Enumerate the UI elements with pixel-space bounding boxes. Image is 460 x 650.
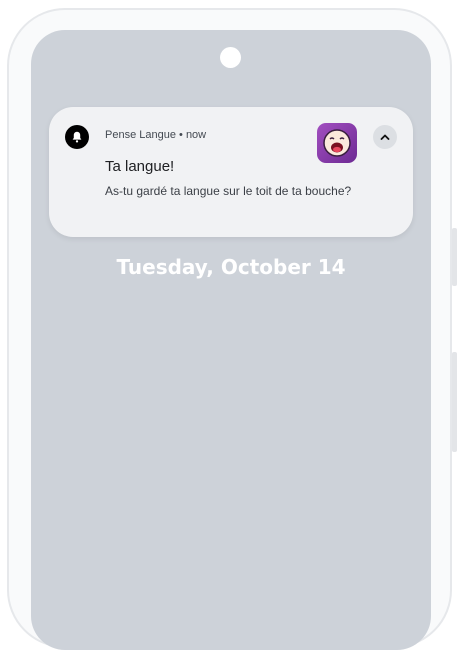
app-name: Pense Langue xyxy=(105,129,176,141)
notification-body: As-tu gardé ta langue sur le toit de ta … xyxy=(105,184,352,198)
bell-icon xyxy=(65,125,89,149)
notification-card[interactable]: Pense Langue • now Ta langue! As-tu gard… xyxy=(49,107,413,237)
front-camera xyxy=(220,47,241,68)
collapse-button[interactable] xyxy=(373,125,397,149)
separator: • xyxy=(179,129,183,141)
notification-title: Ta langue! xyxy=(105,158,175,175)
notification-time: now xyxy=(185,129,207,141)
face-tongue-icon xyxy=(317,123,357,163)
notification-header: Pense Langue • now xyxy=(105,129,206,141)
volume-button xyxy=(452,228,457,286)
chevron-up-icon xyxy=(380,134,390,140)
lock-date: Tuesday, October 14 xyxy=(116,255,346,279)
power-button xyxy=(452,352,457,452)
